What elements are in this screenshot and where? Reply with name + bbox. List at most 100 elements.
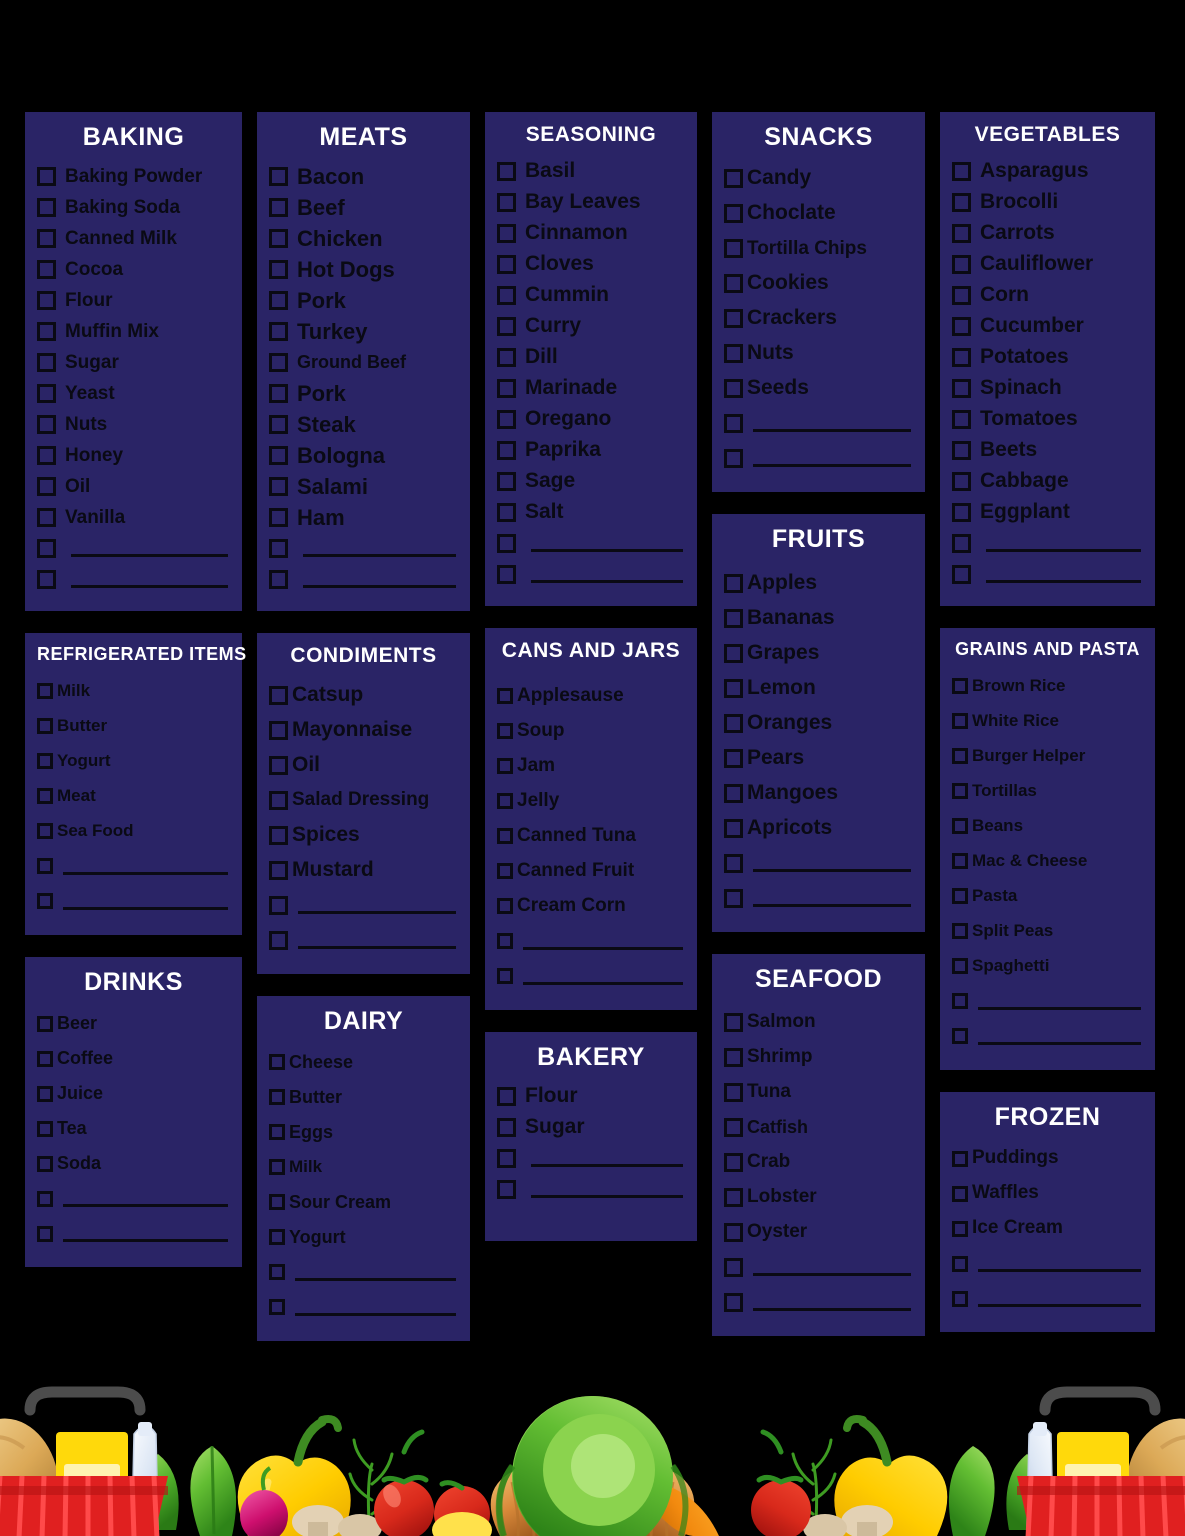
list-item[interactable]: Cinnamon xyxy=(497,218,685,249)
list-item[interactable]: Catfish xyxy=(724,1110,913,1145)
list-item[interactable]: Oyster xyxy=(724,1215,913,1250)
list-item[interactable]: Ground Beef xyxy=(269,347,458,378)
checkbox-icon[interactable] xyxy=(497,224,516,244)
list-item[interactable]: Canned Fruit xyxy=(497,854,685,889)
list-item[interactable]: Curry xyxy=(497,311,685,342)
checkbox-icon[interactable] xyxy=(497,410,516,430)
checkbox-icon[interactable] xyxy=(37,858,53,875)
checkbox-icon[interactable] xyxy=(724,204,743,224)
blank-list-item[interactable] xyxy=(497,1143,685,1174)
checkbox-icon[interactable] xyxy=(497,162,516,182)
write-in-line[interactable] xyxy=(978,1041,1141,1045)
checkbox-icon[interactable] xyxy=(952,888,968,905)
blank-list-item[interactable] xyxy=(269,564,458,595)
list-item[interactable]: Seeds xyxy=(724,371,913,406)
checkbox-icon[interactable] xyxy=(269,198,288,218)
write-in-line[interactable] xyxy=(298,945,456,949)
checkbox-icon[interactable] xyxy=(269,1159,285,1176)
blank-list-item[interactable] xyxy=(724,846,913,881)
blank-list-item[interactable] xyxy=(724,1285,913,1320)
list-item[interactable]: Sugar xyxy=(37,347,230,378)
list-item[interactable]: Mayonnaise xyxy=(269,713,458,748)
list-item[interactable]: Waffles xyxy=(952,1176,1143,1211)
list-item[interactable]: Salmon xyxy=(724,1005,913,1040)
checkbox-icon[interactable] xyxy=(952,853,968,870)
write-in-line[interactable] xyxy=(523,981,683,985)
checkbox-icon[interactable] xyxy=(37,291,56,311)
checkbox-icon[interactable] xyxy=(269,539,288,559)
list-item[interactable]: Paprika xyxy=(497,435,685,466)
list-item[interactable]: Oranges xyxy=(724,706,913,741)
list-item[interactable]: Beef xyxy=(269,192,458,223)
checkbox-icon[interactable] xyxy=(724,449,743,469)
checkbox-icon[interactable] xyxy=(952,1220,968,1237)
write-in-line[interactable] xyxy=(298,910,456,914)
write-in-line[interactable] xyxy=(753,903,911,907)
write-in-line[interactable] xyxy=(71,585,228,589)
list-item[interactable]: Cream Corn xyxy=(497,889,685,924)
list-item[interactable]: Ham xyxy=(269,502,458,533)
list-item[interactable]: Oil xyxy=(37,471,230,502)
list-item[interactable]: Tuna xyxy=(724,1075,913,1110)
checkbox-icon[interactable] xyxy=(37,167,56,187)
blank-list-item[interactable] xyxy=(497,1174,685,1205)
list-item[interactable]: Meat xyxy=(37,779,230,814)
list-item[interactable]: Cookies xyxy=(724,266,913,301)
checkbox-icon[interactable] xyxy=(269,720,288,740)
list-item[interactable]: Soup xyxy=(497,714,685,749)
write-in-line[interactable] xyxy=(978,1304,1141,1307)
checkbox-icon[interactable] xyxy=(724,1292,743,1312)
blank-list-item[interactable] xyxy=(37,849,230,884)
list-item[interactable]: Mustard xyxy=(269,853,458,888)
checkbox-icon[interactable] xyxy=(37,1120,53,1137)
checkbox-icon[interactable] xyxy=(952,255,971,275)
list-item[interactable]: Grapes xyxy=(724,636,913,671)
list-item[interactable]: White Rice xyxy=(952,704,1143,739)
checkbox-icon[interactable] xyxy=(724,888,743,908)
blank-list-item[interactable] xyxy=(269,1255,458,1290)
checkbox-icon[interactable] xyxy=(37,446,56,466)
write-in-line[interactable] xyxy=(753,464,911,468)
write-in-line[interactable] xyxy=(531,580,683,584)
checkbox-icon[interactable] xyxy=(952,958,968,975)
checkbox-icon[interactable] xyxy=(497,255,516,275)
checkbox-icon[interactable] xyxy=(269,790,288,810)
blank-list-item[interactable] xyxy=(952,559,1143,590)
list-item[interactable]: Milk xyxy=(37,674,230,709)
checkbox-icon[interactable] xyxy=(952,193,971,213)
list-item[interactable]: Mac & Cheese xyxy=(952,844,1143,879)
checkbox-icon[interactable] xyxy=(269,415,288,435)
list-item[interactable]: Butter xyxy=(37,709,230,744)
list-item[interactable]: Milk xyxy=(269,1150,458,1185)
write-in-line[interactable] xyxy=(63,1239,228,1242)
write-in-line[interactable] xyxy=(978,1006,1141,1010)
checkbox-icon[interactable] xyxy=(37,508,56,528)
checkbox-icon[interactable] xyxy=(497,565,516,585)
checkbox-icon[interactable] xyxy=(269,1299,285,1316)
blank-list-item[interactable] xyxy=(497,559,685,590)
checkbox-icon[interactable] xyxy=(952,379,971,399)
blank-list-item[interactable] xyxy=(37,533,230,564)
list-item[interactable]: Jam xyxy=(497,749,685,784)
checkbox-icon[interactable] xyxy=(37,415,56,435)
checkbox-icon[interactable] xyxy=(952,1150,968,1167)
list-item[interactable]: Corn xyxy=(952,280,1143,311)
checkbox-icon[interactable] xyxy=(269,446,288,466)
checkbox-icon[interactable] xyxy=(952,1028,968,1045)
list-item[interactable]: Juice xyxy=(37,1076,230,1111)
checkbox-icon[interactable] xyxy=(497,793,513,809)
checkbox-icon[interactable] xyxy=(952,503,971,523)
blank-list-item[interactable] xyxy=(724,1250,913,1285)
checkbox-icon[interactable] xyxy=(724,1047,743,1067)
checkbox-icon[interactable] xyxy=(269,860,288,880)
blank-list-item[interactable] xyxy=(952,1281,1143,1316)
write-in-line[interactable] xyxy=(295,1312,456,1316)
checkbox-icon[interactable] xyxy=(497,758,513,774)
checkbox-icon[interactable] xyxy=(497,534,516,554)
blank-list-item[interactable] xyxy=(952,528,1143,559)
blank-list-item[interactable] xyxy=(497,959,685,994)
checkbox-icon[interactable] xyxy=(37,718,53,735)
list-item[interactable]: Nuts xyxy=(37,409,230,440)
write-in-line[interactable] xyxy=(63,906,228,910)
checkbox-icon[interactable] xyxy=(724,608,743,628)
